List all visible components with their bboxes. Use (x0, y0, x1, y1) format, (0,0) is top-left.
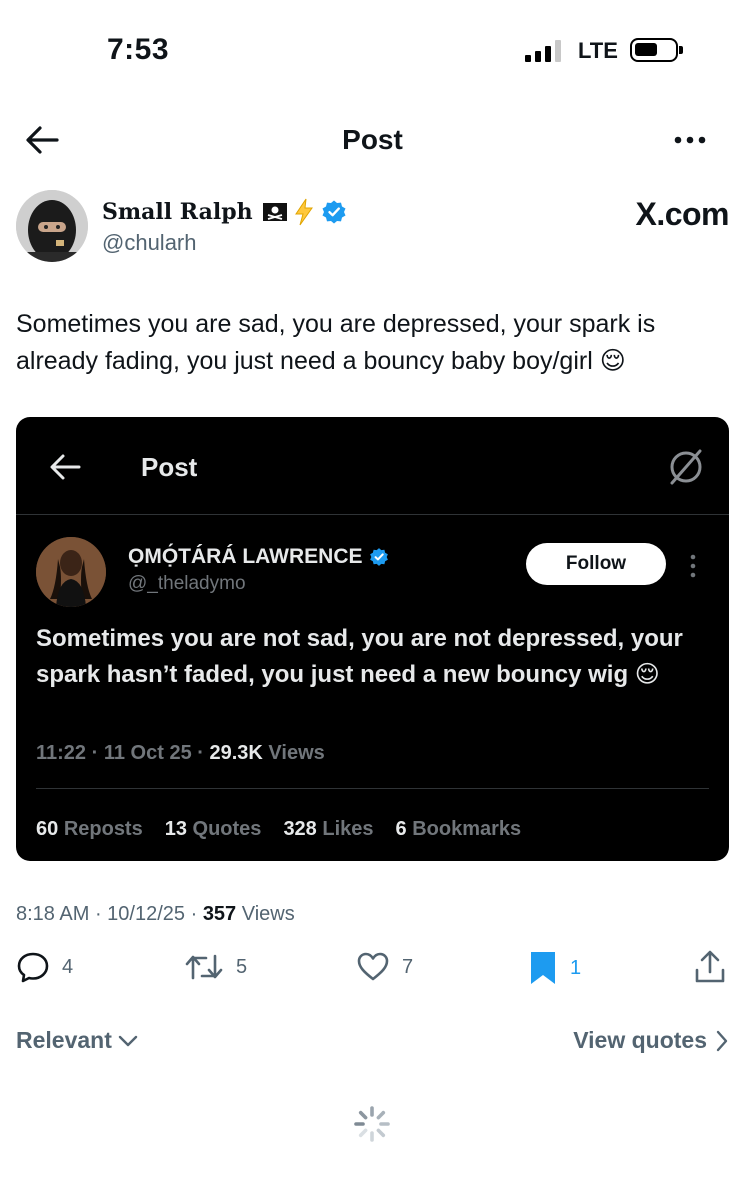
embedded-author-avatar (36, 537, 106, 607)
repost-button[interactable]: 5 (184, 950, 247, 984)
post-views-count: 357 (202, 903, 237, 925)
more-options-icon[interactable] (670, 130, 710, 150)
embedded-stat-quotes: 13 Quotes (164, 818, 262, 840)
sort-label: Relevant (16, 1027, 112, 1053)
embedded-author-handle: @_theladymo (128, 573, 246, 594)
embedded-more-icon (690, 554, 696, 578)
embedded-stat-bookmarks: 6 Bookmarks (395, 818, 522, 840)
bookmark-icon (531, 952, 555, 984)
embedded-stat-likes: 328 Likes (283, 818, 374, 840)
embedded-author-name-row: ỌMỌ́TÁRÁ LAWRENCE (128, 545, 389, 569)
nav-bar: Post (0, 110, 745, 170)
embedded-views-count: 29.3K (209, 742, 263, 764)
status-bar: 7:53 LTE (0, 0, 745, 100)
post-date: 10/12/25 (107, 903, 186, 925)
embedded-author-name: ỌMỌ́TÁRÁ LAWRENCE (128, 545, 363, 568)
embedded-post-screenshot[interactable]: Post ỌMỌ́TÁRÁ LAWRENCE @_theladymo Follo… (16, 417, 729, 861)
post-author: Small Ralph @chularh X.com (16, 190, 729, 270)
post-meta: 8:18 AM · 10/12/25 · 357 Views (16, 903, 295, 925)
chevron-right-icon (716, 1030, 728, 1051)
embedded-post-date: 11 Oct 25 (103, 742, 192, 764)
embedded-back-arrow-icon (50, 454, 81, 480)
author-name-row: Small Ralph (102, 198, 347, 226)
author-display-name[interactable]: Small Ralph (102, 199, 253, 225)
pirate-flag-icon (262, 203, 287, 221)
view-quotes-label: View quotes (573, 1027, 707, 1053)
author-avatar[interactable] (16, 190, 88, 262)
post-time: 8:18 AM (16, 903, 90, 925)
repost-count: 5 (236, 955, 248, 978)
network-type: LTE (578, 38, 618, 63)
sort-dropdown[interactable]: Relevant (16, 1027, 138, 1054)
reply-button[interactable]: 4 (16, 950, 73, 984)
embedded-stat-reposts: 60 Reposts (36, 818, 143, 840)
like-button[interactable]: 7 (356, 950, 413, 984)
grok-icon (670, 449, 702, 485)
embedded-stats-divider (36, 788, 709, 789)
author-handle[interactable]: @chularh (102, 230, 197, 256)
embedded-post-time: 11:22 (36, 742, 87, 764)
lightning-icon (294, 198, 313, 226)
post-views-label[interactable]: Views (242, 903, 295, 925)
view-quotes-link[interactable]: View quotes (573, 1027, 729, 1054)
bookmark-count: 1 (570, 956, 582, 979)
cellular-signal-icon (525, 40, 561, 62)
share-button[interactable] (694, 950, 726, 984)
embedded-post-meta: 11:22 · 11 Oct 25 · 29.3K Views (36, 742, 325, 764)
verified-badge-icon (322, 200, 346, 224)
embedded-post-stats: 60 Reposts 13 Quotes 328 Likes 6 Bookmar… (36, 818, 521, 841)
chevron-down-icon (118, 1035, 138, 1046)
embedded-verified-badge-icon (369, 548, 388, 566)
action-bar: 4 5 7 1 (16, 950, 729, 996)
bookmark-button[interactable]: 1 (528, 950, 581, 986)
heart-icon (357, 952, 389, 981)
xcom-watermark: X.com (635, 196, 729, 232)
embedded-views-label: Views (268, 742, 325, 764)
share-icon (695, 950, 725, 983)
page-title: Post (342, 124, 403, 155)
loading-spinner-icon (354, 1106, 390, 1142)
embedded-divider (16, 514, 729, 515)
like-count: 7 (402, 955, 414, 978)
status-time: 7:53 (107, 33, 170, 66)
reply-icon (17, 952, 49, 983)
embedded-post-text: Sometimes you are not sad, you are not d… (36, 625, 683, 688)
embedded-follow-button: Follow (526, 543, 666, 585)
battery-icon (630, 38, 683, 62)
repost-icon (185, 954, 223, 980)
replies-header: Relevant View quotes (16, 1025, 729, 1061)
reply-count: 4 (62, 955, 74, 978)
embedded-header-title: Post (141, 452, 198, 482)
post-text: Sometimes you are sad, you are depressed… (16, 310, 656, 375)
